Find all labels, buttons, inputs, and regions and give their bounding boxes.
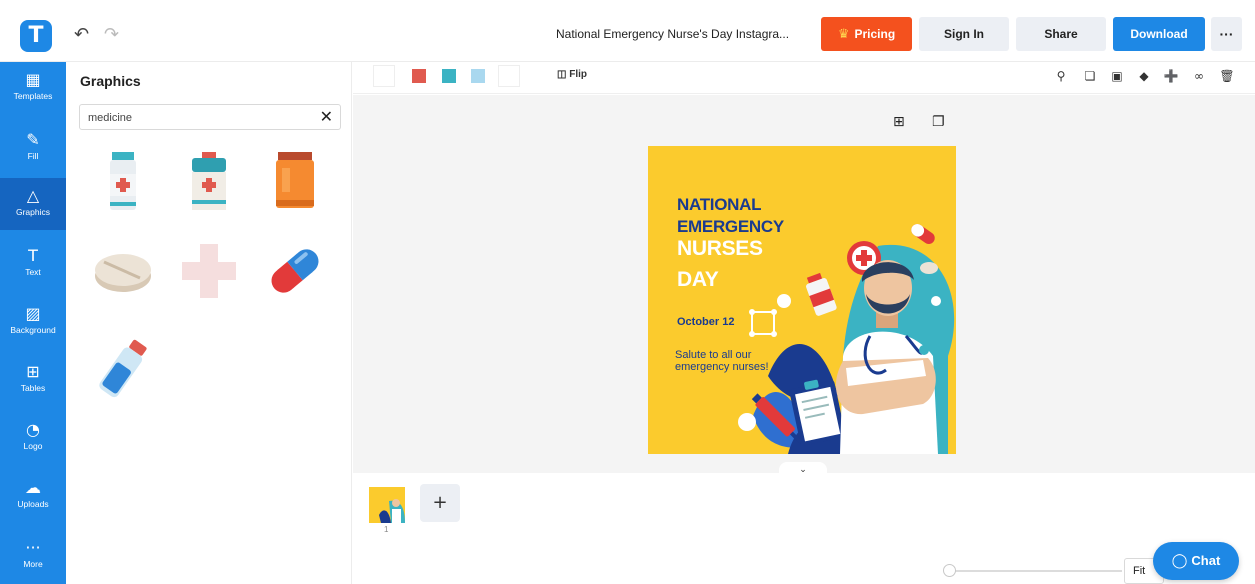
design-title-line-3[interactable]: NURSES — [677, 238, 763, 260]
element-toolbar: ◫ Flip ⚲ ❏ ▣ ◆ ➕ ∞ 🗑 — [353, 62, 1255, 94]
design-canvas[interactable]: NATIONAL EMERGENCY NURSES DAY October 12… — [648, 146, 956, 454]
color-swatch-teal[interactable] — [442, 69, 456, 83]
sidebar-item-more[interactable]: ··· More — [0, 530, 66, 582]
graphic-capsule[interactable] — [260, 236, 330, 306]
sidebar-item-templates[interactable]: ▦ Templates — [0, 62, 66, 114]
sidebar-item-fill[interactable]: ✎ Fill — [0, 122, 66, 174]
design-title-line-4[interactable]: DAY — [677, 269, 719, 291]
flip-button[interactable]: ◫ Flip — [557, 69, 587, 80]
duplicate-page-icon[interactable]: ❐ — [932, 114, 945, 130]
download-button[interactable]: Download — [1113, 17, 1205, 51]
close-icon[interactable]: ✕ — [320, 107, 333, 126]
app-logo[interactable]: T — [20, 20, 52, 52]
layer-icon[interactable]: ▣ — [1109, 68, 1125, 84]
sidebar-item-label: Graphics — [15, 207, 50, 217]
search-box: ✕ — [79, 104, 341, 130]
sidebar-item-label: Text — [25, 267, 41, 277]
graphic-orange-bottle[interactable] — [260, 146, 330, 216]
graphic-medical-cross[interactable] — [174, 236, 244, 306]
add-element-icon[interactable]: ⊞ — [893, 114, 905, 130]
color-swatch-light-blue[interactable] — [471, 69, 485, 83]
graphic-medicine-bottle[interactable] — [88, 146, 158, 216]
graphic-medicine-jar[interactable] — [174, 146, 244, 216]
table-icon: ⊞ — [26, 362, 40, 381]
zoom-slider-handle[interactable] — [943, 564, 956, 577]
pages-strip — [353, 473, 1255, 584]
page-number: 1 — [384, 525, 389, 534]
sidebar-item-label: Tables — [20, 383, 46, 393]
shapes-icon: △ — [26, 186, 40, 205]
flip-icon: ◫ — [557, 69, 570, 80]
sidebar-item-background[interactable]: ▨ Background — [0, 296, 66, 348]
format-painter-icon[interactable]: ⚲ — [1053, 68, 1069, 84]
templates-icon: ▦ — [25, 70, 41, 89]
more-icon: ··· — [25, 538, 41, 557]
graphic-white-tablet[interactable] — [88, 236, 158, 306]
sidebar-item-label: Logo — [23, 441, 43, 451]
chat-bubble-icon: ◯ — [1171, 553, 1188, 569]
sidebar-item-graphics[interactable]: △ Graphics — [0, 178, 66, 230]
design-title-line-1[interactable]: NATIONAL — [677, 194, 761, 216]
graphics-panel: Graphics ✕ — [66, 62, 352, 584]
add-page-button[interactable]: + — [420, 484, 460, 522]
sidebar-item-tables[interactable]: ⊞ Tables — [0, 354, 66, 406]
cloud-upload-icon: ☁ — [25, 478, 41, 497]
undo-icon[interactable]: ↶ — [74, 24, 89, 45]
sidebar-item-logo[interactable]: ◔ Logo — [0, 412, 66, 464]
sidebar-nav: ▦ Templates ✎ Fill △ Graphics T Text ▨ B… — [0, 62, 66, 584]
page-thumbnail[interactable] — [369, 487, 405, 523]
redo-icon[interactable]: ↷ — [104, 24, 119, 45]
search-input[interactable] — [88, 109, 308, 126]
sidebar-item-label: Uploads — [17, 499, 49, 509]
link-icon[interactable]: ∞ — [1191, 68, 1207, 84]
share-button[interactable]: Share — [1016, 17, 1106, 51]
design-date[interactable]: October 12 — [677, 316, 734, 328]
sidebar-item-text[interactable]: T Text — [0, 238, 66, 290]
color-swatch-white[interactable] — [373, 65, 395, 87]
sign-in-button[interactable]: Sign In — [919, 17, 1009, 51]
sidebar-item-label: Templates — [13, 91, 53, 101]
design-illustration — [738, 223, 955, 454]
pricing-button[interactable]: ♛ Pricing — [821, 17, 912, 51]
top-bar: T ↶ ↷ National Emergency Nurse's Day Ins… — [0, 0, 1255, 62]
color-swatch-white-2[interactable] — [498, 65, 520, 87]
pencil-icon: ✎ — [26, 130, 40, 149]
logo-icon: ◔ — [26, 420, 40, 439]
text-icon: T — [28, 246, 38, 265]
chat-label: Chat — [1191, 553, 1221, 568]
sidebar-item-label: Fill — [27, 151, 39, 161]
sidebar-item-label: More — [23, 559, 43, 569]
more-options-button[interactable]: ··· — [1211, 17, 1242, 51]
flip-label: Flip — [569, 69, 588, 80]
graphic-vial[interactable] — [88, 334, 158, 404]
align-icon[interactable]: ➕ — [1163, 68, 1179, 84]
crown-icon: ♛ — [837, 27, 850, 42]
sidebar-item-uploads[interactable]: ☁ Uploads — [0, 470, 66, 522]
document-title[interactable]: National Emergency Nurse's Day Instagra.… — [556, 27, 789, 41]
color-swatch-red[interactable] — [412, 69, 426, 83]
design-message[interactable]: Salute to all our emergency nurses! — [675, 349, 785, 373]
opacity-icon[interactable]: ◆ — [1136, 68, 1152, 84]
background-icon: ▨ — [25, 304, 41, 323]
chat-button[interactable]: ◯ Chat — [1153, 542, 1239, 580]
design-title-line-2[interactable]: EMERGENCY — [677, 216, 784, 238]
pricing-label: Pricing — [854, 27, 896, 41]
zoom-slider[interactable] — [950, 570, 1122, 572]
panel-title: Graphics — [80, 73, 141, 89]
page-thumbnail-preview — [379, 499, 405, 523]
trash-icon[interactable]: 🗑 — [1219, 68, 1235, 84]
sidebar-item-label: Background — [10, 325, 56, 335]
copy-icon[interactable]: ❏ — [1082, 68, 1098, 84]
